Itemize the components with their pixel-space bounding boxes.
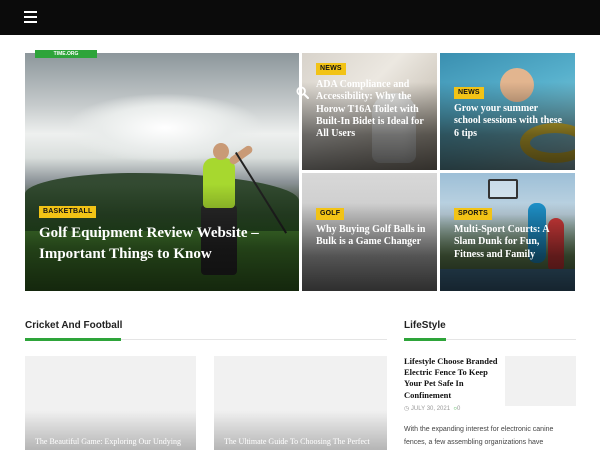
top-bar [0, 0, 600, 35]
lifestyle-post-thumbnail[interactable] [505, 356, 576, 406]
section-divider [25, 338, 387, 341]
clock-icon: ◷ [404, 406, 410, 412]
tile-category-badge[interactable]: SPORTS [454, 208, 492, 220]
section-heading-lifestyle[interactable]: LifeStyle [404, 320, 446, 331]
post-meta: ◷ JULY 30, 2021 ○0 [404, 405, 460, 412]
card-title[interactable]: The Ultimate Guide To Choosing The Perfe… [224, 436, 374, 450]
tile-title[interactable]: ADA Compliance and Accessibility: Why th… [316, 79, 428, 140]
post-date: JULY 30, 2021 [410, 406, 451, 412]
tile-article-sport-courts[interactable]: SPORTS Multi-Sport Courts: A Slam Dunk f… [440, 173, 575, 291]
hero-article[interactable]: BASKETBALL Golf Equipment Review Website… [25, 53, 299, 291]
lifestyle-post-title[interactable]: Lifestyle Choose Branded Electric Fence … [404, 356, 500, 401]
site-tag: TIME.ORG [35, 50, 97, 58]
tile-title[interactable]: Grow your summer school sessions with th… [454, 103, 566, 140]
tile-article-summer-school[interactable]: NEWS Grow your summer school sessions wi… [440, 53, 575, 170]
card-title[interactable]: The Beautiful Game: Exploring Our Undyin… [35, 436, 185, 450]
section-divider [404, 338, 576, 341]
tile-image [488, 179, 518, 199]
tile-article-ada[interactable]: NEWS ADA Compliance and Accessibility: W… [302, 53, 437, 170]
tile-title[interactable]: Why Buying Golf Balls in Bulk is a Game … [316, 224, 428, 249]
tile-category-badge[interactable]: GOLF [316, 208, 345, 220]
card-article-football[interactable]: The Beautiful Game: Exploring Our Undyin… [25, 356, 196, 450]
tile-category-badge[interactable]: NEWS [316, 63, 346, 75]
comment-count[interactable]: 0 [457, 406, 460, 412]
lifestyle-post-excerpt: With the expanding interest for electron… [404, 426, 554, 446]
hamburger-icon[interactable] [24, 11, 37, 23]
tile-category-badge[interactable]: NEWS [454, 87, 484, 99]
search-icon[interactable] [296, 86, 309, 99]
hero-title[interactable]: Golf Equipment Review Website – Importan… [39, 223, 289, 265]
tile-title[interactable]: Multi-Sport Courts: A Slam Dunk for Fun,… [454, 224, 566, 261]
section-heading-cricket[interactable]: Cricket And Football [25, 320, 122, 331]
hero-category-badge[interactable]: BASKETBALL [39, 206, 97, 218]
tile-article-golf-balls[interactable]: GOLF Why Buying Golf Balls in Bulk is a … [302, 173, 437, 291]
card-article-bike-rack[interactable]: The Ultimate Guide To Choosing The Perfe… [214, 356, 387, 450]
